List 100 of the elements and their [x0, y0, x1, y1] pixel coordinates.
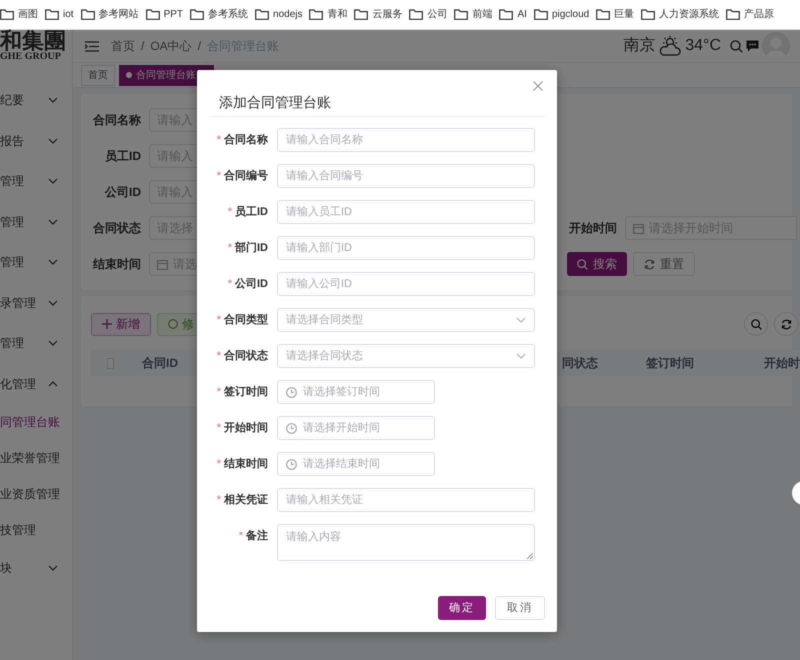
chevron-up-icon: [48, 380, 58, 387]
chevron-down-icon: [516, 353, 526, 359]
reset-button[interactable]: 重置: [633, 252, 695, 276]
folder-icon: [45, 9, 59, 20]
column-header: 开始时: [764, 355, 800, 372]
folder-icon: [409, 9, 424, 20]
sidebar-subitem[interactable]: 技管理: [0, 512, 72, 548]
add-button[interactable]: 新增: [91, 312, 151, 336]
input-field[interactable]: 请输入相关凭证: [277, 488, 535, 512]
bookmark-item[interactable]: 青和: [309, 7, 348, 22]
bookmark-item[interactable]: iot: [45, 7, 74, 22]
close-icon: [533, 81, 543, 91]
field-label: 合同状态: [92, 220, 141, 237]
cancel-button[interactable]: 取消: [495, 596, 545, 620]
refresh-button[interactable]: [774, 312, 798, 336]
clock-icon: [286, 458, 297, 470]
sidebar-subitem[interactable]: 同管理台账: [0, 404, 72, 440]
folder-icon: [80, 9, 95, 20]
input-field[interactable]: 请输入合同编号: [277, 164, 535, 188]
folder-icon: [454, 9, 468, 20]
folder-icon: [726, 9, 740, 20]
field-label: 公司ID: [104, 184, 141, 201]
select-field[interactable]: 请选择合同类型: [277, 308, 535, 332]
breadcrumb-link[interactable]: OA中心: [150, 37, 192, 55]
search-button[interactable]: [744, 312, 768, 336]
bookmark-item[interactable]: PPT: [146, 7, 184, 22]
bookmark-item[interactable]: 巨量: [596, 7, 634, 22]
input-field[interactable]: 请输入部门ID: [277, 236, 535, 260]
field-label: 开始时间: [568, 220, 617, 237]
plus-icon: [102, 319, 112, 329]
field-label: * 备注: [238, 528, 269, 544]
sidebar-item[interactable]: 管理: [0, 323, 72, 364]
field-label: * 合同类型: [216, 312, 269, 328]
textarea-field[interactable]: 请输入内容: [277, 524, 535, 561]
breadcrumb-link[interactable]: 首页: [111, 37, 135, 55]
chevron-down-icon: [48, 218, 58, 225]
sidebar-item[interactable]: 报告: [0, 120, 72, 161]
city-name: 南京: [623, 36, 656, 56]
chat-icon[interactable]: [746, 40, 759, 52]
input-field[interactable]: 请输入公司ID: [277, 272, 535, 296]
input-field[interactable]: 请输入合同名称: [277, 128, 535, 152]
sidebar-item[interactable]: 纪要: [0, 80, 72, 120]
resize-handle-icon: [527, 553, 533, 559]
field-label: * 相关凭证: [216, 492, 269, 508]
refresh-icon: [644, 258, 655, 270]
search-icon[interactable]: [730, 40, 743, 52]
sidebar-item[interactable]: 块: [0, 548, 72, 588]
bookmark-item[interactable]: 参考系统: [190, 7, 248, 22]
folder-icon: [255, 9, 270, 20]
sidebar-item[interactable]: 录管理: [0, 282, 72, 323]
select-field[interactable]: 请选择合同状态: [277, 344, 535, 368]
chevron-down-icon: [516, 317, 526, 323]
clock-icon: [286, 422, 297, 434]
field-label: 结束时间: [92, 256, 141, 273]
bookmark-item[interactable]: 前端: [454, 7, 492, 22]
field-label: * 合同状态: [216, 348, 269, 364]
bookmark-item[interactable]: 画图: [0, 7, 38, 22]
time-field[interactable]: 请选择开始时间: [277, 416, 435, 440]
folder-icon: [641, 9, 656, 20]
time-field[interactable]: 请选择结束时间: [277, 452, 435, 476]
menu-icon[interactable]: [85, 40, 99, 52]
search-icon: [577, 258, 588, 270]
search-button[interactable]: 搜索: [567, 252, 627, 276]
folder-icon: [0, 9, 14, 20]
field-label: * 公司ID: [226, 277, 269, 292]
sidebar-item[interactable]: 管理: [0, 161, 72, 202]
sidebar-item[interactable]: 化管理: [0, 364, 72, 404]
bookmark-item[interactable]: 公司: [409, 7, 448, 22]
column-header: 合同ID: [142, 355, 178, 372]
confirm-button[interactable]: 确定: [438, 596, 486, 620]
tab[interactable]: 首页: [81, 64, 115, 86]
close-button[interactable]: [531, 79, 545, 93]
search-icon: [750, 318, 762, 330]
input-field[interactable]: 请输入员工ID: [277, 200, 535, 224]
field-label: 员工ID: [104, 148, 141, 165]
sidebar-item[interactable]: 管理: [0, 202, 72, 242]
column-header: 同状态: [562, 355, 598, 372]
bookmark-item[interactable]: 人力资源系统: [641, 7, 720, 22]
bookmark-item[interactable]: AI: [499, 7, 527, 22]
sidebar-subitem[interactable]: 业资质管理: [0, 476, 72, 512]
field-label: * 签订时间: [216, 384, 269, 400]
cloud-sun-icon: [658, 35, 682, 57]
bookmark-item[interactable]: 参考网站: [80, 7, 139, 22]
calendar-icon: [157, 258, 168, 270]
dialog-title: 添加合同管理台账: [219, 93, 331, 112]
chevron-down-icon: [48, 138, 58, 144]
time-field[interactable]: 请选择签订时间: [277, 380, 435, 404]
bookmark-item[interactable]: nodejs: [255, 7, 302, 22]
field-label: * 部门ID: [226, 240, 269, 256]
chevron-down-icon: [48, 259, 58, 266]
field-label: * 开始时间: [216, 420, 269, 436]
chevron-down-icon: [48, 565, 58, 572]
sidebar-subitem[interactable]: 业荣誉管理: [0, 440, 72, 476]
breadcrumb-separator: /: [141, 38, 144, 55]
bookmark-item[interactable]: 产品原: [726, 7, 774, 22]
checkbox[interactable]: [107, 358, 114, 368]
bookmark-item[interactable]: 云服务: [354, 7, 402, 22]
sidebar-item[interactable]: 管理: [0, 242, 72, 282]
bookmark-item[interactable]: pigcloud: [534, 7, 590, 22]
field-label: * 结束时间: [216, 456, 269, 472]
